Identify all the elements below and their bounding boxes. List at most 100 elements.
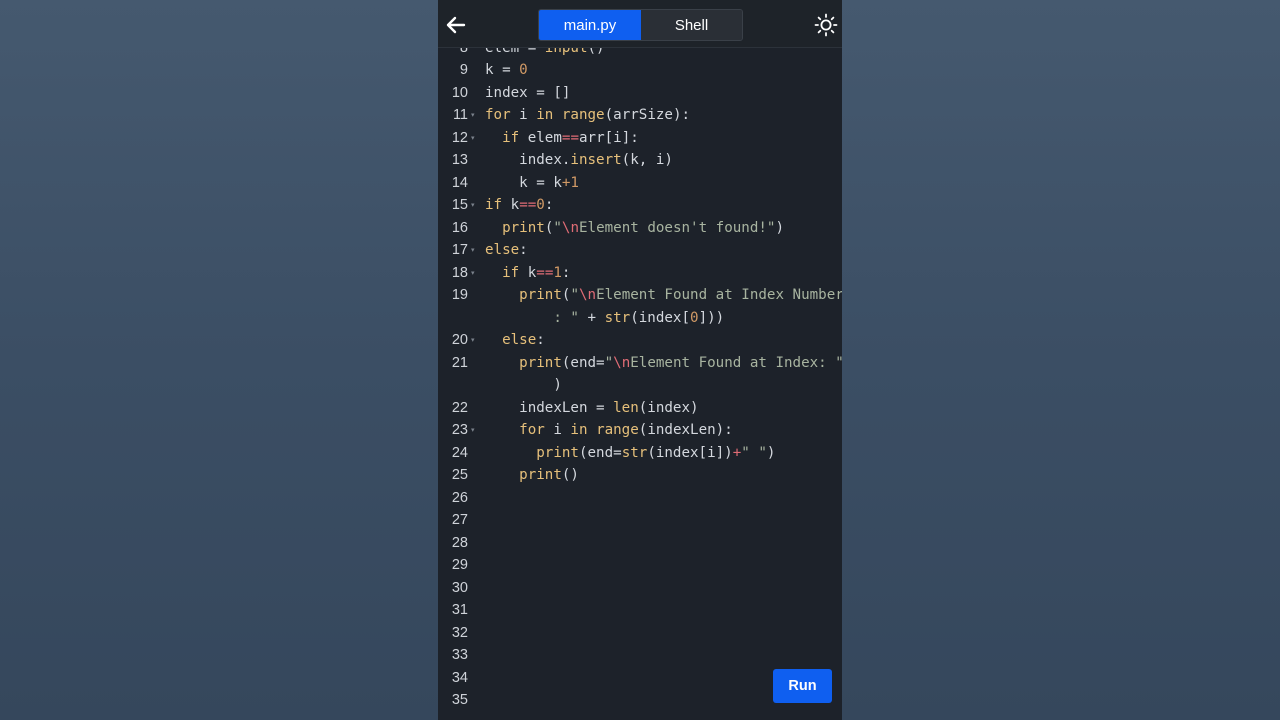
code-token: (index[: [630, 309, 691, 326]
line-number: 16: [451, 219, 468, 236]
code-token: print: [502, 219, 545, 236]
fold-chevron-icon[interactable]: ▾: [471, 419, 479, 442]
code-token: ": [604, 354, 614, 371]
code-token: (end=: [578, 444, 622, 461]
code-token: i: [544, 422, 571, 438]
code-token: print: [519, 287, 562, 303]
code-token: print: [519, 467, 562, 483]
code-token: " ": [741, 444, 767, 461]
fold-chevron-icon[interactable]: ▾: [471, 194, 479, 217]
line-number: 22: [451, 399, 468, 416]
code-token: indexLen =: [485, 399, 614, 416]
line-number: 28: [451, 534, 468, 551]
fold-chevron-icon[interactable]: ▾: [471, 104, 479, 127]
fold-chevron-icon[interactable]: ▾: [471, 127, 479, 150]
background-right: [842, 0, 1280, 720]
background-left: [0, 0, 438, 720]
code-token: print: [519, 354, 562, 371]
line-number: 23: [451, 422, 468, 438]
code-token: range: [596, 422, 639, 438]
code-token: k: [502, 197, 520, 213]
run-button[interactable]: Run: [773, 669, 832, 703]
code-editor[interactable]: 891011▾12▾131415▾1617▾18▾1920▾212223▾242…: [438, 48, 842, 720]
code-token: :: [536, 332, 545, 348]
code-token: elem: [519, 129, 562, 146]
code-line: indexLen = len(index): [485, 397, 699, 420]
code-token: ": [570, 287, 579, 303]
line-number: 24: [451, 444, 468, 461]
code-token: (end=: [561, 354, 605, 371]
code-token: elem =: [485, 48, 545, 56]
line-number: 35: [451, 692, 468, 708]
code-line: print("\nElement doesn't found!"): [485, 217, 784, 240]
sun-icon: [814, 13, 838, 37]
tab-shell[interactable]: Shell: [641, 10, 742, 40]
code-token: for: [519, 422, 545, 438]
code-line: ): [485, 374, 562, 397]
fold-chevron-icon[interactable]: ▾: [471, 262, 479, 285]
fold-chevron-icon[interactable]: ▾: [471, 329, 479, 352]
line-number: 27: [451, 512, 468, 528]
code-line: print(end=str(index[i])+" "): [485, 442, 775, 465]
code-token: +1: [561, 174, 579, 191]
code-token: \n: [561, 219, 579, 236]
code-token: arr[i]:: [579, 129, 639, 146]
code-token: k: [519, 264, 537, 281]
code-token: k =: [485, 62, 520, 78]
code-token: ==: [519, 197, 537, 213]
code-token: Element Found at Index: ": [630, 354, 842, 371]
line-number: 10: [451, 84, 468, 101]
code-token: index.: [485, 152, 571, 168]
line-number: 20: [451, 332, 468, 348]
code-token: (arrSize):: [604, 107, 691, 123]
code-token: 0: [536, 197, 545, 213]
code-token: if: [485, 197, 503, 213]
line-number: 32: [451, 624, 468, 641]
code-token: (index[i]): [647, 444, 733, 461]
back-button[interactable]: [442, 12, 468, 38]
code-line: print(): [485, 464, 579, 487]
code-token: print: [536, 444, 579, 461]
line-number: 8: [438, 48, 468, 59]
top-bar: main.py Shell: [438, 0, 842, 48]
code-token: str: [621, 444, 648, 461]
file-tabs: main.py Shell: [538, 9, 743, 41]
line-number: 13: [451, 152, 468, 168]
code-token: (index): [638, 399, 699, 416]
code-token: input: [545, 48, 588, 56]
code-token: ==: [561, 129, 579, 146]
line-number: 12: [451, 129, 468, 146]
line-number: 11: [452, 107, 468, 123]
code-line: print("\nElement Found at Index Number: [485, 284, 842, 307]
code-token: ): [775, 219, 785, 236]
code-token: \n: [613, 354, 631, 371]
code-line: k = k+1: [485, 172, 579, 195]
code-token: Element doesn't found!": [579, 219, 776, 236]
fold-chevron-icon[interactable]: ▾: [471, 239, 479, 262]
code-token: index = []: [485, 84, 571, 101]
code-line: elem = input(): [485, 48, 605, 59]
code-token: else: [502, 332, 537, 348]
line-number: [438, 374, 468, 397]
code-line: if elem==arr[i]:: [485, 127, 639, 150]
code-token: for: [485, 107, 511, 123]
code-area[interactable]: elem = input()k = 0index = []for i in ra…: [485, 48, 842, 720]
code-token: ==: [536, 264, 554, 281]
code-token: :: [519, 242, 528, 258]
theme-toggle-button[interactable]: [814, 13, 838, 37]
line-number: 18: [451, 264, 468, 281]
tab-main-py[interactable]: main.py: [539, 10, 641, 40]
code-token: len: [613, 399, 639, 416]
code-token: (k, i): [621, 152, 673, 168]
line-number: 30: [451, 579, 468, 596]
code-token: if: [502, 264, 520, 281]
code-line: else:: [485, 239, 528, 262]
code-line: else:: [485, 329, 545, 352]
code-token: :: [544, 197, 554, 213]
code-line: : " + str(index[0])): [485, 307, 724, 330]
